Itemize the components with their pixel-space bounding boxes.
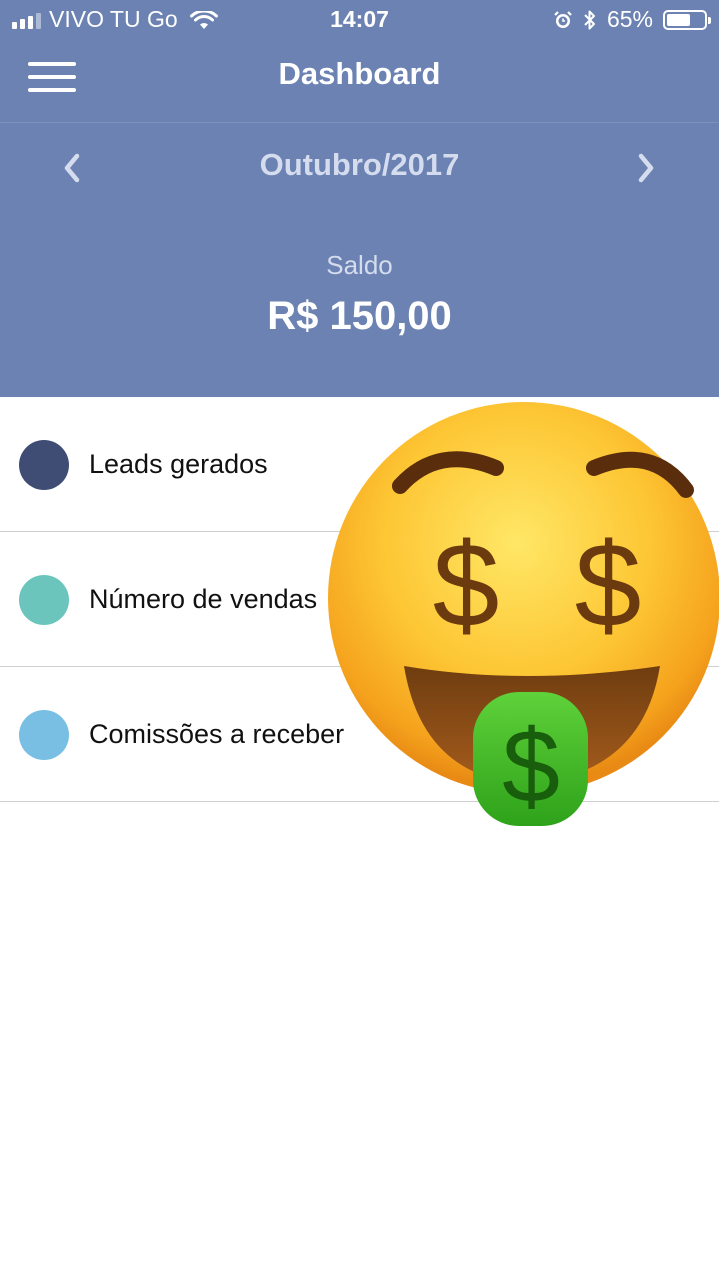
dashboard-header: VIVO TU Go 14:07 65% Dashboard Outubro/2… (0, 0, 719, 397)
commissions-color-dot (19, 710, 69, 760)
leads-color-dot (19, 440, 69, 490)
month-label: Outubro/2017 (259, 147, 460, 182)
chevron-right-icon (638, 153, 654, 183)
sales-color-dot (19, 575, 69, 625)
status-right: 65% (553, 6, 711, 33)
list-item-label: Leads gerados (89, 449, 268, 479)
svg-text:$: $ (502, 709, 560, 825)
page-title: Dashboard (278, 56, 441, 91)
navigation-bar: Dashboard (0, 40, 719, 122)
money-mouth-face-emoji-icon: $ $ $ (328, 402, 719, 826)
bluetooth-icon (584, 10, 595, 29)
status-bar: VIVO TU Go 14:07 65% (0, 0, 719, 40)
next-month-button[interactable] (624, 146, 668, 190)
battery-percent: 65% (606, 6, 653, 32)
battery-tip (708, 16, 711, 24)
svg-text:$: $ (575, 518, 642, 652)
battery-fill (667, 13, 690, 26)
list-item-label: Número de vendas (89, 584, 318, 614)
list-item-label: Comissões a receber (89, 719, 345, 749)
balance-value: R$ 150,00 (267, 294, 452, 338)
alarm-icon (554, 10, 572, 28)
battery-icon (663, 9, 711, 30)
balance-label: Saldo (326, 250, 393, 280)
svg-text:$: $ (433, 518, 500, 652)
nav-divider (0, 122, 719, 123)
